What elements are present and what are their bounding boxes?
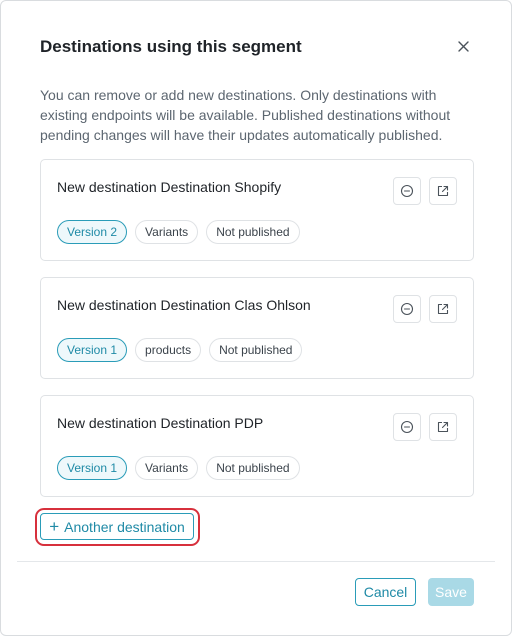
open-destination-button[interactable] bbox=[429, 295, 457, 323]
remove-destination-button[interactable] bbox=[393, 413, 421, 441]
cancel-button[interactable]: Cancel bbox=[355, 578, 416, 606]
modal-title: Destinations using this segment bbox=[40, 37, 302, 56]
open-destination-button[interactable] bbox=[429, 177, 457, 205]
close-icon bbox=[457, 40, 469, 52]
destination-card: New destination Destination Clas Ohlson … bbox=[40, 277, 474, 379]
remove-destination-button[interactable] bbox=[393, 177, 421, 205]
version-badge[interactable]: Version 2 bbox=[57, 220, 128, 244]
destination-card: New destination Destination PDP Version … bbox=[40, 395, 474, 497]
type-badge: Variants bbox=[135, 220, 199, 244]
destination-name: New destination Destination Clas Ohlson bbox=[57, 297, 311, 313]
status-badge: Not published bbox=[209, 338, 303, 362]
modal-description: You can remove or add new destinations. … bbox=[40, 87, 451, 143]
footer-divider bbox=[17, 561, 495, 562]
add-destination-label: Another destination bbox=[64, 518, 185, 535]
status-badge: Not published bbox=[206, 456, 300, 480]
add-destination-highlight: + Another destination bbox=[35, 508, 200, 546]
type-badge: products bbox=[135, 338, 202, 362]
external-link-icon bbox=[437, 303, 449, 315]
minus-circle-icon bbox=[400, 420, 414, 434]
external-link-icon bbox=[437, 185, 449, 197]
minus-circle-icon bbox=[400, 302, 414, 316]
save-button[interactable]: Save bbox=[428, 578, 474, 606]
external-link-icon bbox=[437, 421, 449, 433]
add-destination-button[interactable]: + Another destination bbox=[40, 513, 194, 540]
status-badge: Not published bbox=[206, 220, 300, 244]
destination-name: New destination Destination Shopify bbox=[57, 179, 282, 195]
destination-card: New destination Destination Shopify Vers… bbox=[40, 159, 474, 261]
plus-icon: + bbox=[49, 517, 60, 536]
version-badge[interactable]: Version 1 bbox=[57, 456, 128, 480]
close-button[interactable] bbox=[454, 37, 472, 55]
remove-destination-button[interactable] bbox=[393, 295, 421, 323]
destination-name: New destination Destination PDP bbox=[57, 415, 264, 431]
modal-header: Destinations using this segment bbox=[40, 37, 472, 59]
open-destination-button[interactable] bbox=[429, 413, 457, 441]
minus-circle-icon bbox=[400, 184, 414, 198]
type-badge: Variants bbox=[135, 456, 199, 480]
destinations-modal: Destinations using this segment You can … bbox=[0, 0, 512, 636]
version-badge[interactable]: Version 1 bbox=[57, 338, 128, 362]
